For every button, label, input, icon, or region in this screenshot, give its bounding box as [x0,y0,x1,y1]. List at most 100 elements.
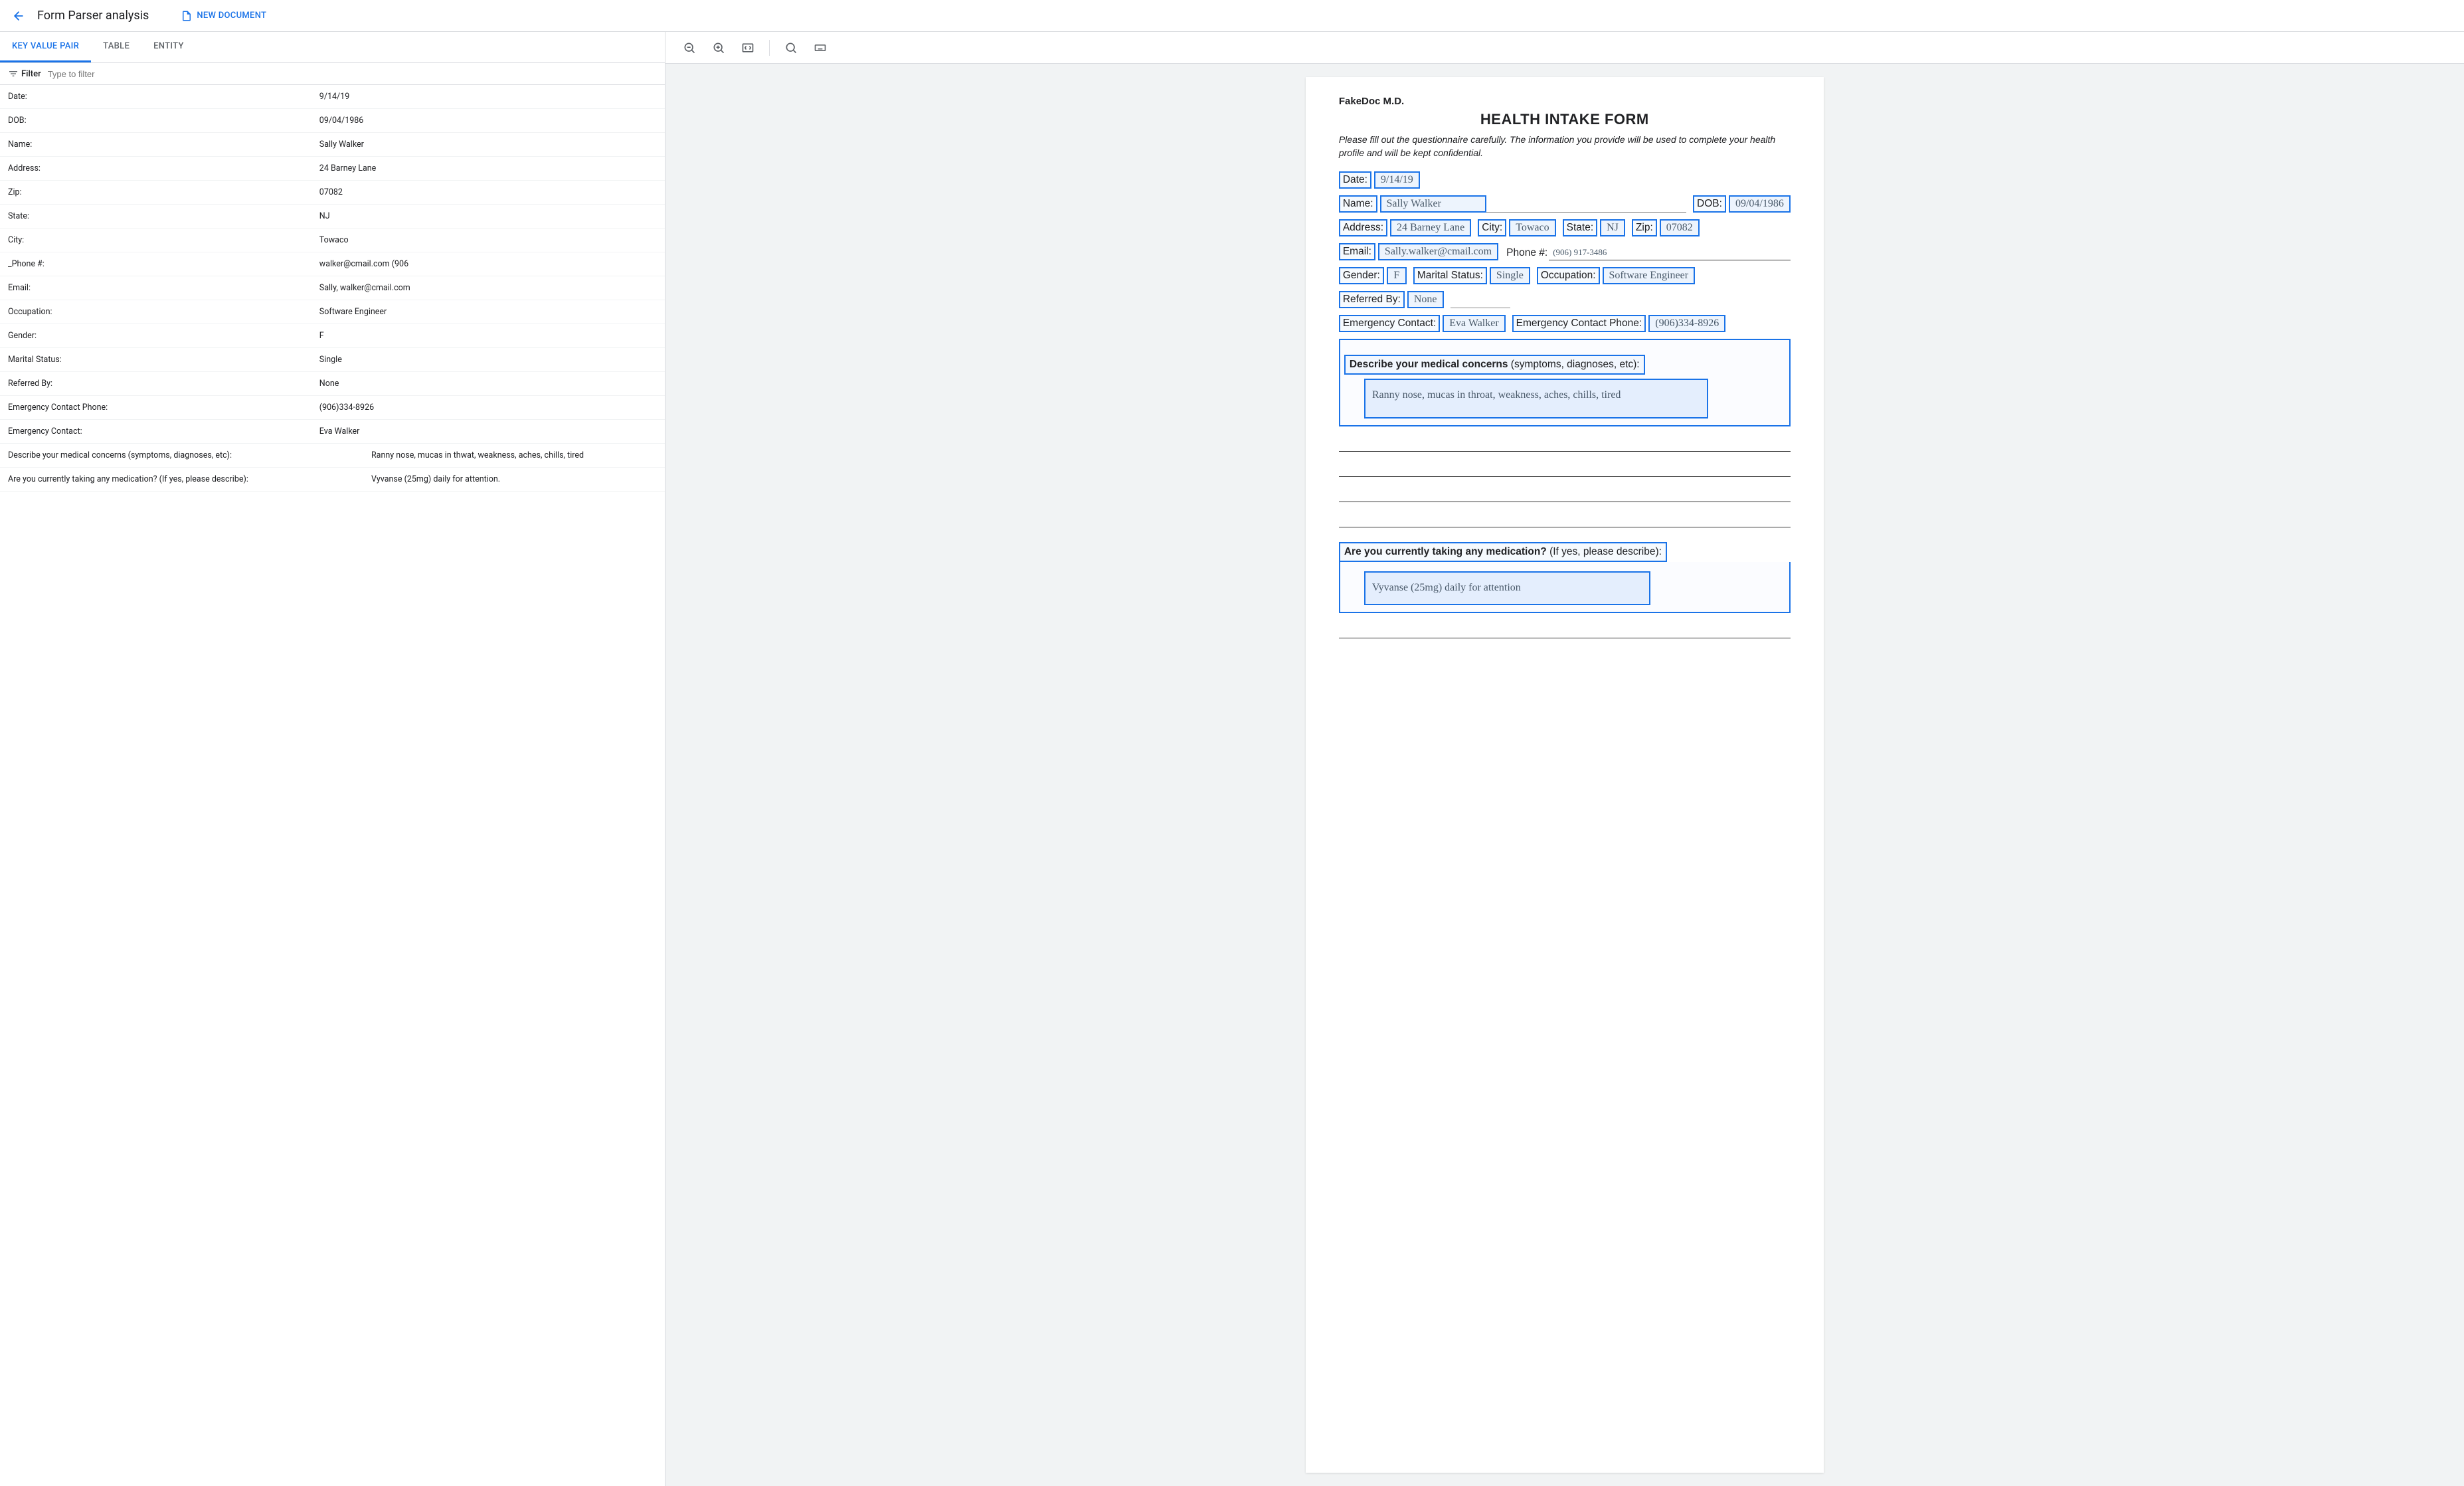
kv-value: Software Engineer [319,307,657,317]
kv-key: Describe your medical concerns (symptoms… [8,450,371,460]
kv-row[interactable]: Emergency Contact:Eva Walker [0,420,665,444]
keyboard-icon [814,41,827,54]
document-scroll[interactable]: FakeDoc M.D. HEALTH INTAKE FORM Please f… [665,64,2464,1486]
field-city-label: City: [1478,219,1506,236]
field-name-label: Name: [1339,195,1377,213]
left-panel: KEY VALUE PAIR TABLE ENTITY Filter Date:… [0,32,665,1486]
kv-value: 24 Barney Lane [319,163,657,173]
kv-row[interactable]: Zip:07082 [0,181,665,205]
tab-key-value-pair[interactable]: KEY VALUE PAIR [0,32,91,62]
right-panel: FakeDoc M.D. HEALTH INTAKE FORM Please f… [665,32,2464,1486]
field-dob-value: 09/04/1986 [1729,195,1791,213]
kv-row[interactable]: City:Towaco [0,229,665,252]
field-gender-label: Gender: [1339,267,1384,284]
kv-key: Zip: [8,187,319,197]
kv-row[interactable]: Date:9/14/19 [0,85,665,109]
viewer-toolbar [665,32,2464,64]
field-address-value: 24 Barney Lane [1390,219,1471,236]
field-date-value: 9/14/19 [1374,171,1420,189]
kv-key: Emergency Contact: [8,426,319,436]
kv-value: None [319,379,657,389]
kv-key: Date: [8,92,319,102]
field-state-value: NJ [1600,219,1625,236]
field-email-value: Sally.walker@cmail.com [1378,243,1498,260]
kv-value: Towaco [319,235,657,245]
filter-input[interactable] [48,69,657,79]
kv-value: Single [319,355,657,365]
section-meds: Vyvanse (25mg) daily for attention [1339,562,1791,612]
search-icon [784,41,798,54]
field-occupation-label: Occupation: [1537,267,1600,284]
tab-table[interactable]: TABLE [91,32,141,62]
kv-key: Occupation: [8,307,319,317]
kv-row[interactable]: DOB:09/04/1986 [0,109,665,133]
keyboard-button[interactable] [807,35,834,61]
blank-line [1339,460,1791,477]
kv-row[interactable]: Occupation:Software Engineer [0,300,665,324]
kv-row[interactable]: Referred By:None [0,372,665,396]
doc-instructions: Please fill out the questionnaire carefu… [1339,134,1791,159]
field-ec-label: Emergency Contact: [1339,315,1440,332]
kv-row[interactable]: Marital Status:Single [0,348,665,372]
field-dob-label: DOB: [1693,195,1726,213]
page-title: Form Parser analysis [37,9,149,23]
section-meds-label: Are you currently taking any medication?… [1339,542,1667,562]
field-state-label: State: [1563,219,1598,236]
arrow-left-icon [12,9,25,23]
field-marital-label: Marital Status: [1413,267,1487,284]
new-document-button[interactable]: NEW DOCUMENT [181,10,266,22]
code-toggle-button[interactable] [735,35,761,61]
field-zip-label: Zip: [1632,219,1657,236]
kv-key: Address: [8,163,319,173]
filter-label: Filter [8,68,41,79]
kv-key: Referred By: [8,379,319,389]
field-phone-value: (906) 917-3486 [1549,247,1791,260]
field-marital-value: Single [1490,267,1530,284]
kv-list[interactable]: Date:9/14/19DOB:09/04/1986Name:Sally Wal… [0,85,665,1486]
toolbar-divider [769,40,770,56]
kv-value: Ranny nose, mucas in thwat, weakness, ac… [371,450,657,460]
kv-row[interactable]: Are you currently taking any medication?… [0,468,665,492]
document-icon [181,10,193,22]
kv-value: F [319,331,657,341]
kv-row[interactable]: State:NJ [0,205,665,229]
tab-entity[interactable]: ENTITY [141,32,196,62]
new-document-label: NEW DOCUMENT [197,11,266,21]
kv-value: NJ [319,211,657,221]
blank-line [1339,485,1791,502]
section-concerns: Describe your medical concerns (symptoms… [1339,339,1791,426]
kv-row[interactable]: _Phone #:walker@cmail.com (906 [0,252,665,276]
kv-row[interactable]: Address:24 Barney Lane [0,157,665,181]
kv-row[interactable]: Email:Sally, walker@cmail.com [0,276,665,300]
field-ecp-label: Emergency Contact Phone: [1512,315,1646,332]
field-zip-value: 07082 [1660,219,1700,236]
kv-value: Eva Walker [319,426,657,436]
kv-key: Name: [8,139,319,149]
zoom-out-button[interactable] [676,35,703,61]
field-gender-value: F [1387,267,1407,284]
back-button[interactable] [11,8,27,24]
kv-key: State: [8,211,319,221]
zoom-in-button[interactable] [705,35,732,61]
blank-line [1339,621,1791,638]
kv-row[interactable]: Gender:F [0,324,665,348]
zoom-in-icon [712,41,725,54]
field-ecp-value: (906)334-8926 [1648,315,1725,332]
kv-key: City: [8,235,319,245]
kv-value: Sally Walker [319,139,657,149]
kv-key: Email: [8,283,319,293]
tabs: KEY VALUE PAIR TABLE ENTITY [0,32,665,63]
kv-row[interactable]: Name:Sally Walker [0,133,665,157]
top-header: Form Parser analysis NEW DOCUMENT [0,0,2464,32]
field-name-value: Sally Walker [1380,195,1486,213]
kv-row[interactable]: Describe your medical concerns (symptoms… [0,444,665,468]
kv-key: Gender: [8,331,319,341]
search-button[interactable] [778,35,804,61]
kv-value: 9/14/19 [319,92,657,102]
filter-row: Filter [0,63,665,85]
field-date-label: Date: [1339,171,1371,189]
kv-value: walker@cmail.com (906 [319,259,657,269]
blank-line [1339,434,1791,452]
kv-row[interactable]: Emergency Contact Phone:(906)334-8926 [0,396,665,420]
filter-list-icon [8,68,19,79]
